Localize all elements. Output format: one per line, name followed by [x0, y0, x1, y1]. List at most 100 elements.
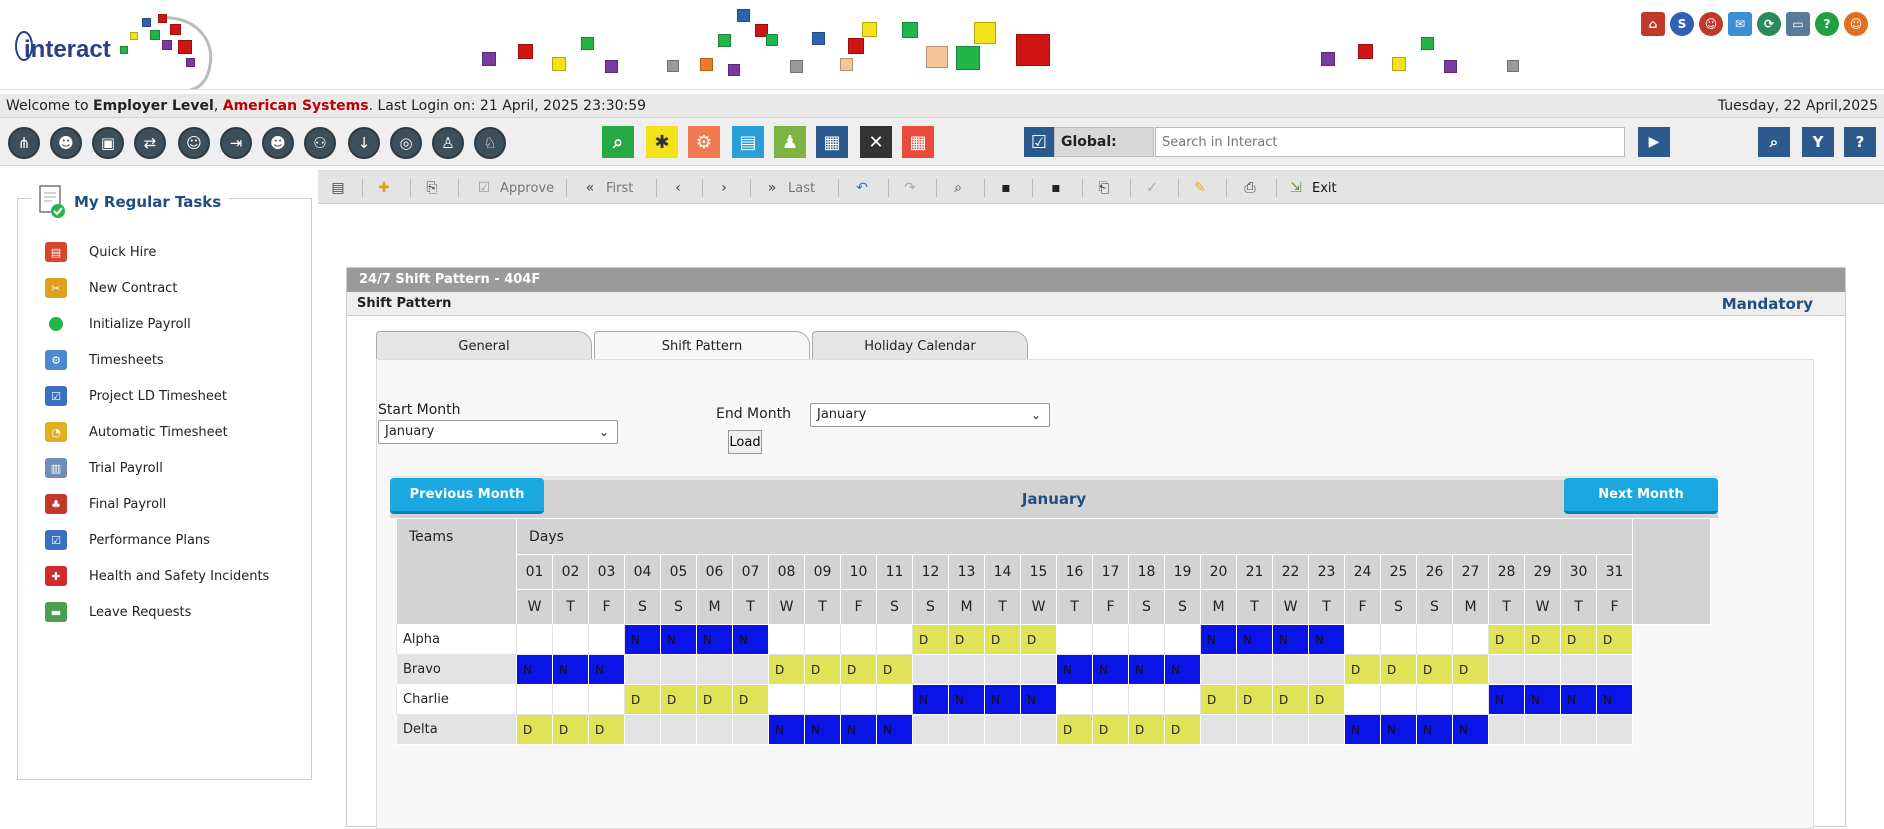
- user-icon[interactable]: ☺: [1699, 12, 1723, 36]
- trainer-icon[interactable]: ♙: [432, 127, 464, 159]
- shift-cell[interactable]: D: [1416, 654, 1453, 685]
- shift-cell[interactable]: [1560, 654, 1597, 685]
- computer-icon[interactable]: ▭: [1786, 12, 1810, 36]
- shift-cell[interactable]: [1092, 684, 1129, 715]
- shift-cell[interactable]: D: [1020, 624, 1057, 655]
- checkbox-icon[interactable]: ☑: [1024, 127, 1054, 157]
- shift-cell[interactable]: [948, 654, 985, 685]
- shift-cell[interactable]: [696, 714, 733, 745]
- shift-cell[interactable]: D: [1344, 654, 1381, 685]
- shift-cell[interactable]: D: [552, 714, 589, 745]
- shift-cell[interactable]: N: [624, 624, 661, 655]
- shift-cell[interactable]: [1524, 714, 1561, 745]
- copy-action[interactable]: ⎘: [422, 171, 448, 205]
- save-as-button[interactable]: ▪: [1046, 171, 1072, 205]
- shift-cell[interactable]: [1344, 624, 1381, 655]
- print-button[interactable]: ⎙: [1240, 171, 1266, 205]
- shift-cell[interactable]: [984, 654, 1021, 685]
- person-icon[interactable]: ☺: [178, 127, 210, 159]
- shift-cell[interactable]: [588, 684, 625, 715]
- shift-cell[interactable]: D: [1200, 684, 1237, 715]
- shift-cell[interactable]: N: [660, 624, 697, 655]
- previous-button[interactable]: ‹: [668, 171, 694, 205]
- team-circle-icon[interactable]: ◎: [390, 127, 422, 159]
- settings-gear-icon[interactable]: ⚙: [688, 126, 720, 158]
- task-automatic-timesheet[interactable]: ◔ Automatic Timesheet: [45, 420, 228, 444]
- exit-button[interactable]: ⇲ Exit: [1286, 171, 1337, 205]
- person-exit-icon[interactable]: ⇥: [220, 127, 252, 159]
- attach-button[interactable]: ⎗: [1094, 171, 1120, 205]
- shift-cell[interactable]: N: [1380, 714, 1417, 745]
- shift-cell[interactable]: [696, 654, 733, 685]
- shift-cell[interactable]: N: [1164, 654, 1201, 685]
- shift-cell[interactable]: [1128, 684, 1165, 715]
- org-chart-icon[interactable]: ⋔: [8, 127, 40, 159]
- shift-cell[interactable]: [588, 624, 625, 655]
- shift-cell[interactable]: N: [1128, 654, 1165, 685]
- shift-cell[interactable]: [1164, 684, 1201, 715]
- first-button[interactable]: « First: [580, 171, 634, 205]
- shift-cell[interactable]: [624, 654, 661, 685]
- shift-cell[interactable]: N: [1200, 624, 1237, 655]
- shift-cell[interactable]: [912, 654, 949, 685]
- presenter-icon[interactable]: ♘: [474, 127, 506, 159]
- shift-cell[interactable]: [876, 624, 913, 655]
- shift-cell[interactable]: [660, 654, 697, 685]
- shift-cell[interactable]: [768, 624, 805, 655]
- shift-cell[interactable]: [1128, 624, 1165, 655]
- shift-cell[interactable]: D: [1128, 714, 1165, 745]
- presentation-icon[interactable]: ▦: [816, 126, 848, 158]
- shift-cell[interactable]: [984, 714, 1021, 745]
- question-icon[interactable]: ?: [1815, 12, 1839, 36]
- shift-cell[interactable]: N: [804, 714, 841, 745]
- last-button[interactable]: » Last: [762, 171, 815, 205]
- task-timesheets[interactable]: ⚙ Timesheets: [45, 348, 164, 372]
- global-search-input[interactable]: [1155, 127, 1625, 157]
- shift-cell[interactable]: D: [588, 714, 625, 745]
- shift-cell[interactable]: D: [696, 684, 733, 715]
- shift-cell[interactable]: D: [984, 624, 1021, 655]
- approve-button[interactable]: ☑ Approve: [474, 171, 554, 205]
- shift-cell[interactable]: [1344, 684, 1381, 715]
- shift-cell[interactable]: [1056, 624, 1093, 655]
- shift-cell[interactable]: N: [732, 624, 769, 655]
- shift-cell[interactable]: N: [1560, 684, 1597, 715]
- shift-cell[interactable]: [1020, 654, 1057, 685]
- shift-cell[interactable]: [1092, 624, 1129, 655]
- person-down-icon[interactable]: ↓: [348, 127, 380, 159]
- shift-cell[interactable]: [516, 624, 553, 655]
- shift-cell[interactable]: N: [1488, 684, 1525, 715]
- shift-cell[interactable]: [1272, 654, 1309, 685]
- undo-button[interactable]: ↶: [852, 171, 878, 205]
- load-button[interactable]: Load: [728, 430, 762, 454]
- shift-cell[interactable]: [876, 684, 913, 715]
- shift-cell[interactable]: D: [1560, 624, 1597, 655]
- shift-cell[interactable]: [840, 684, 877, 715]
- shift-cell[interactable]: D: [516, 714, 553, 745]
- task-new-contract[interactable]: ✂ New Contract: [45, 276, 177, 300]
- clear-button[interactable]: ✎: [1190, 171, 1216, 205]
- group-icon[interactable]: ☻: [50, 127, 82, 159]
- shift-cell[interactable]: [1308, 654, 1345, 685]
- shift-cell[interactable]: [1416, 624, 1453, 655]
- shift-cell[interactable]: D: [1164, 714, 1201, 745]
- start-month-select[interactable]: January ⌄: [378, 420, 618, 444]
- tab-general[interactable]: General: [376, 331, 592, 360]
- shift-cell[interactable]: N: [696, 624, 733, 655]
- person-swap-icon[interactable]: ⇄: [134, 127, 166, 159]
- shift-cell[interactable]: [1380, 684, 1417, 715]
- shift-cell[interactable]: D: [1308, 684, 1345, 715]
- task-performance-plans[interactable]: ☑ Performance Plans: [45, 528, 210, 552]
- shift-cell[interactable]: N: [768, 714, 805, 745]
- shift-cell[interactable]: D: [948, 624, 985, 655]
- home-icon[interactable]: ⌂: [1641, 12, 1665, 36]
- shift-cell[interactable]: [912, 714, 949, 745]
- tools-icon[interactable]: ✕: [860, 126, 892, 158]
- task-health-and-safety-incidents[interactable]: ✚ Health and Safety Incidents: [45, 564, 269, 588]
- shift-cell[interactable]: [1200, 714, 1237, 745]
- shift-cell[interactable]: [1200, 654, 1237, 685]
- shift-cell[interactable]: [1596, 714, 1633, 745]
- grid-apps-icon[interactable]: ▦: [902, 126, 934, 158]
- shift-cell[interactable]: N: [1452, 714, 1489, 745]
- task-trial-payroll[interactable]: ▥ Trial Payroll: [45, 456, 163, 480]
